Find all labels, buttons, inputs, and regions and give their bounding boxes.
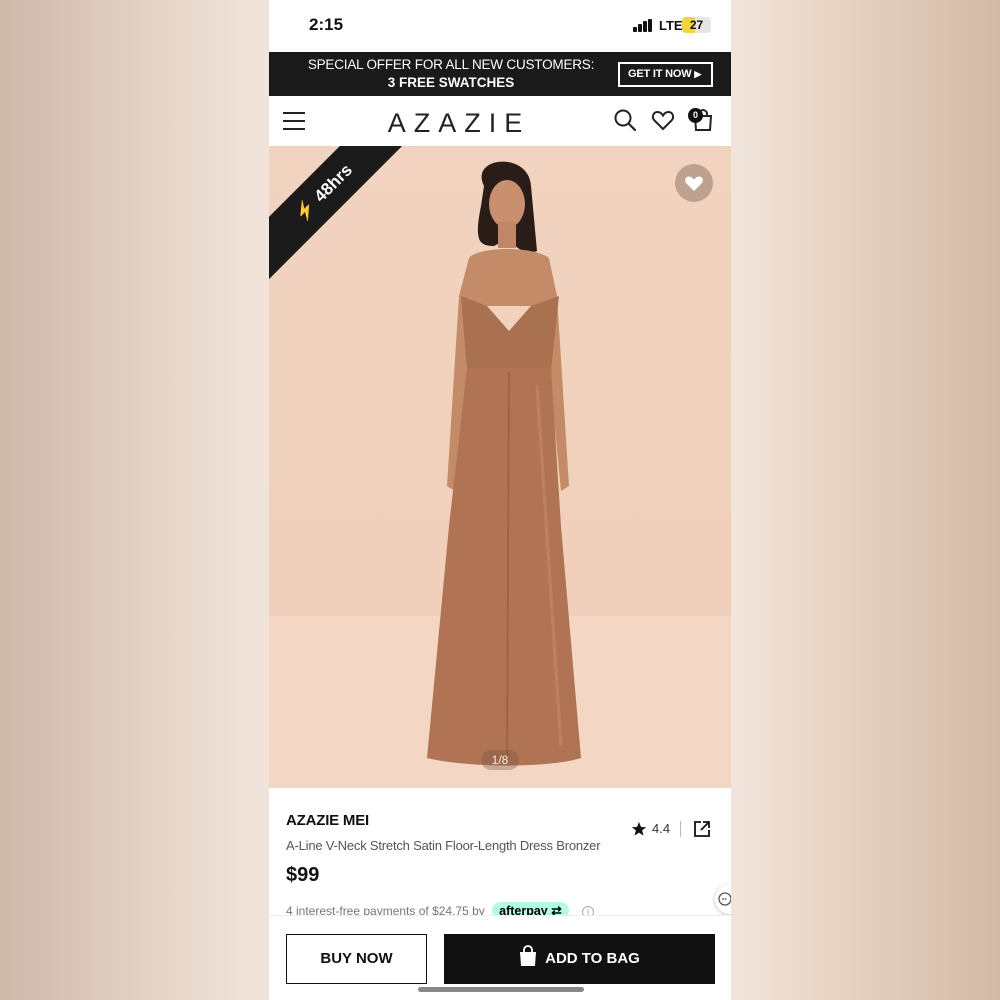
favorite-button[interactable]: [675, 164, 713, 202]
product-image[interactable]: ⚡48hrs 1/8: [269, 146, 731, 788]
add-to-bag-button[interactable]: ADD TO BAG: [444, 934, 715, 984]
promo-line1: SPECIAL OFFER FOR ALL NEW CUSTOMERS:: [307, 57, 595, 72]
bottom-action-bar: BUY NOW ADD TO BAG: [269, 915, 731, 1000]
chat-bubble-icon: [718, 892, 731, 906]
search-icon[interactable]: [613, 108, 637, 132]
add-to-bag-label: ADD TO BAG: [545, 950, 640, 967]
product-price: $99: [286, 864, 320, 886]
image-counter: 1/8: [481, 750, 519, 770]
brand-logo[interactable]: AZAZIE: [369, 108, 549, 139]
phone-screen: 2:15 LTE 27 SPECIAL OFFER FOR ALL NEW CU…: [269, 0, 731, 1000]
get-it-now-label: GET IT NOW: [628, 68, 692, 80]
battery-icon: 27: [682, 17, 711, 33]
battery-level: 27: [689, 18, 704, 32]
network-label: LTE: [659, 18, 683, 33]
bag-icon: [520, 945, 537, 966]
play-arrow-icon: ▶: [694, 69, 702, 79]
status-time: 2:15: [309, 15, 344, 34]
model-illustration: [269, 161, 731, 788]
get-it-now-button[interactable]: GET IT NOW ▶: [618, 62, 713, 87]
product-info: AZAZIE MEI 4.4 A-Line V-Neck Stretch Sat…: [269, 788, 731, 919]
product-name: A-Line V-Neck Stretch Satin Floor-Length…: [286, 838, 601, 853]
heart-icon[interactable]: [651, 108, 675, 132]
signal-icon: [633, 19, 655, 32]
product-rating[interactable]: 4.4: [652, 821, 670, 836]
menu-icon[interactable]: [283, 112, 305, 130]
rating-divider: [680, 821, 681, 837]
cart-count-badge: 0: [688, 108, 703, 123]
buy-now-button[interactable]: BUY NOW: [286, 934, 427, 984]
home-indicator: [418, 987, 584, 992]
site-header: AZAZIE 0: [269, 96, 731, 146]
share-icon[interactable]: [693, 820, 711, 838]
product-brand: AZAZIE MEI: [286, 812, 369, 829]
heart-filled-icon: [685, 176, 703, 191]
status-bar: 2:15 LTE 27: [269, 0, 731, 52]
star-icon: [631, 822, 647, 836]
promo-banner: SPECIAL OFFER FOR ALL NEW CUSTOMERS: 3 F…: [269, 52, 731, 96]
promo-line2: 3 FREE SWATCHES: [387, 75, 515, 90]
chat-button[interactable]: [715, 884, 731, 914]
